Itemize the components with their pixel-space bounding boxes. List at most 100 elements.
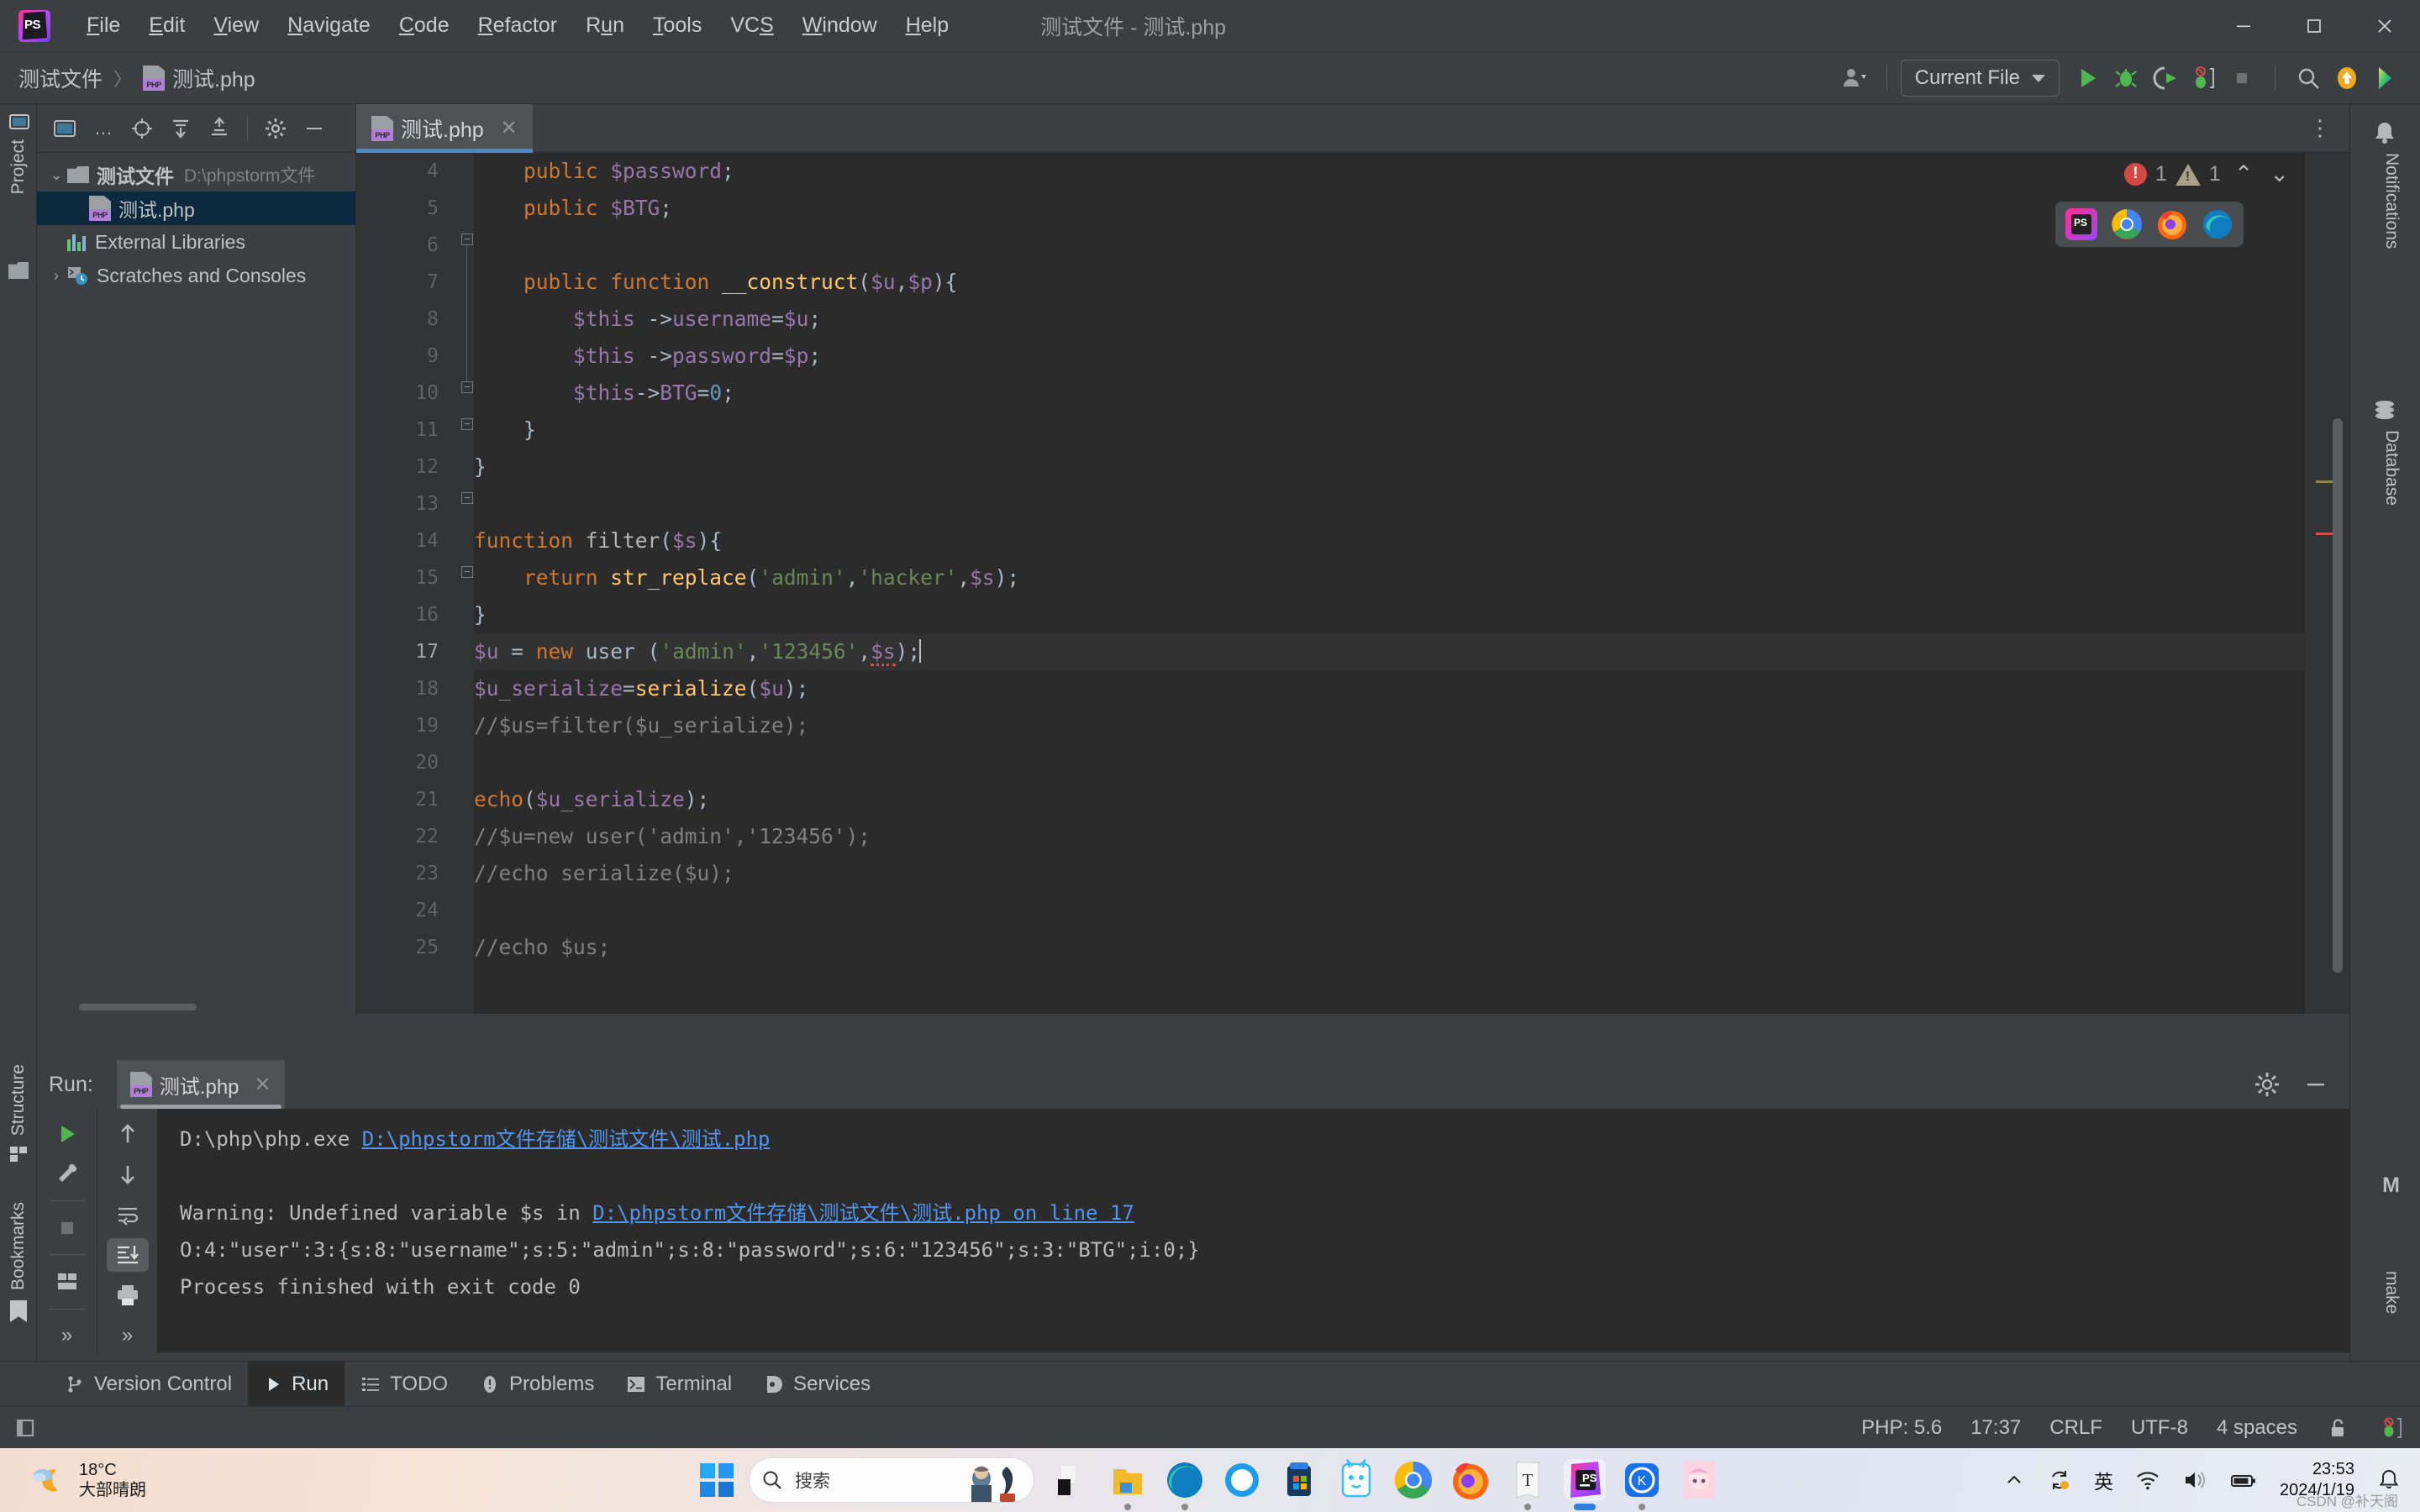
right-stripe-tab-notifications[interactable]: Notifications: [2381, 153, 2402, 249]
fold-marker-line12[interactable]: −: [461, 418, 473, 430]
editor-tabs-more-icon[interactable]: ⋮: [2309, 115, 2331, 141]
code-line[interactable]: //echo serialize($u);: [474, 855, 2349, 892]
menu-navigate[interactable]: Navigate: [273, 8, 385, 43]
chrome-icon[interactable]: [2111, 208, 2143, 240]
tool-button-terminal[interactable]: Terminal: [610, 1362, 748, 1407]
collapse-all-icon[interactable]: [202, 111, 237, 146]
updates-icon[interactable]: [2328, 59, 2366, 97]
profile-icon[interactable]: [2184, 59, 2223, 97]
console-file-link[interactable]: D:\phpstorm文件存储\测试文件\测试.php on line 17: [592, 1201, 1134, 1225]
stop-icon[interactable]: [46, 1211, 88, 1245]
menu-view[interactable]: View: [199, 8, 273, 43]
menu-file[interactable]: File: [72, 8, 134, 43]
right-stripe-tab-make[interactable]: make: [2381, 1271, 2402, 1314]
right-stripe-tab-database[interactable]: Database: [2381, 430, 2402, 506]
tool-button-todo[interactable]: TODO: [345, 1362, 464, 1407]
taskbar-app-firefox[interactable]: [1449, 1459, 1491, 1501]
fold-marker-line7[interactable]: −: [461, 234, 473, 245]
code-line[interactable]: //$u=new user('admin','123456');: [474, 818, 2349, 855]
more-actions-icon-2[interactable]: »: [107, 1319, 149, 1352]
down-icon[interactable]: [107, 1158, 149, 1191]
run-configuration-selector[interactable]: Current File: [1900, 60, 2060, 97]
debug-inactive-icon[interactable]: [2378, 1415, 2403, 1441]
edge-icon[interactable]: [2202, 208, 2233, 240]
chevron-down-icon[interactable]: ⌄: [2270, 161, 2289, 187]
chevron-up-icon[interactable]: [2003, 1469, 2025, 1491]
run-tab[interactable]: PHP 测试.php ✕: [116, 1060, 285, 1109]
taskbar-app-edge[interactable]: [1164, 1459, 1206, 1510]
phpstorm-browser-icon[interactable]: PS: [2065, 208, 2097, 240]
layout-settings-icon[interactable]: [46, 1265, 88, 1299]
editor-tab[interactable]: PHP 测试.php ✕: [356, 103, 533, 153]
hide-panel-icon[interactable]: [2302, 1071, 2329, 1098]
breadcrumb-file[interactable]: 测试.php: [172, 63, 255, 93]
taskbar-app-microsoft-store[interactable]: [1278, 1459, 1320, 1501]
volume-icon[interactable]: [2182, 1467, 2207, 1493]
run-icon[interactable]: [2068, 59, 2107, 97]
more-actions-icon[interactable]: »: [46, 1320, 88, 1353]
unlocked-icon[interactable]: [2326, 1416, 2349, 1440]
code-line[interactable]: $this->BTG=0;: [474, 375, 2349, 412]
fold-marker-line16[interactable]: −: [461, 566, 473, 578]
expand-all-icon[interactable]: [163, 111, 198, 146]
settings-icon[interactable]: [2254, 1071, 2281, 1098]
code-editor[interactable]: public $password; public $BTG; public fu…: [356, 153, 2349, 1014]
code-line[interactable]: $this ->username=$u;: [474, 301, 2349, 338]
left-stripe-tab-project[interactable]: Project: [8, 139, 29, 194]
code-line[interactable]: return str_replace('admin','hacker',$s);: [474, 559, 2349, 596]
menu-refactor[interactable]: Refactor: [464, 8, 572, 43]
taskbar-app-file-explorer-dark[interactable]: [1050, 1459, 1092, 1501]
console-file-link[interactable]: D:\phpstorm文件存储\测试文件\测试.php: [362, 1127, 771, 1151]
editor-code-area[interactable]: public $password; public $BTG; public fu…: [474, 153, 2349, 1014]
close-icon[interactable]: ✕: [501, 116, 518, 140]
menu-tools[interactable]: Tools: [639, 8, 716, 43]
status-indent[interactable]: 4 spaces: [2217, 1416, 2297, 1440]
taskbar-app-rabbit[interactable]: [1335, 1459, 1377, 1501]
editor-vertical-scrollbar[interactable]: [2333, 418, 2343, 973]
taskbar-app-anime[interactable]: [1678, 1459, 1720, 1501]
status-encoding[interactable]: UTF-8: [2131, 1416, 2188, 1440]
fold-marker-line11[interactable]: −: [461, 381, 473, 393]
rerun-icon[interactable]: [46, 1117, 88, 1151]
taskbar-app-phpstorm[interactable]: PS: [1564, 1459, 1606, 1510]
menu-run[interactable]: Run: [571, 8, 639, 43]
edit-configuration-icon[interactable]: [46, 1158, 88, 1191]
inspection-widget[interactable]: ! 1 1 ⌃ ⌄: [2123, 161, 2289, 187]
taskbar-app-browser[interactable]: [1221, 1459, 1263, 1501]
code-line[interactable]: }: [474, 449, 2349, 486]
stop-icon[interactable]: [2223, 59, 2261, 97]
code-line[interactable]: public function __construct($u,$p){: [474, 264, 2349, 301]
close-button[interactable]: [2349, 0, 2420, 52]
menu-edit[interactable]: Edit: [134, 8, 199, 43]
tool-button-services[interactable]: Services: [748, 1362, 886, 1407]
tree-node-external-libraries[interactable]: External Libraries: [37, 225, 355, 259]
ide-help-icon[interactable]: [2366, 59, 2405, 97]
tree-node-file[interactable]: PHP 测试.php: [37, 192, 355, 225]
settings-icon[interactable]: [258, 111, 293, 146]
fold-marker-line14[interactable]: −: [461, 492, 473, 504]
project-horizontal-scrollbar[interactable]: [79, 1004, 197, 1011]
tool-button-version-control[interactable]: Version Control: [49, 1362, 248, 1407]
breadcrumb-project[interactable]: 测试文件: [18, 63, 103, 93]
status-line-separator[interactable]: CRLF: [2049, 1416, 2102, 1440]
status-left-icon[interactable]: [13, 1416, 37, 1440]
select-opened-file-icon[interactable]: [47, 111, 82, 146]
tree-node-project[interactable]: ⌄ 测试文件 D:\phpstorm文件: [37, 158, 355, 192]
left-stripe-tab-structure[interactable]: Structure: [8, 1064, 29, 1136]
minimize-button[interactable]: [2208, 0, 2279, 52]
tool-button-problems[interactable]: Problems: [464, 1362, 610, 1407]
maximize-button[interactable]: [2279, 0, 2349, 52]
wifi-icon[interactable]: [2135, 1467, 2160, 1493]
locate-icon[interactable]: [124, 111, 160, 146]
account-icon[interactable]: [1834, 59, 1873, 97]
tree-node-scratches[interactable]: › Scratches and Consoles: [37, 259, 355, 292]
close-icon[interactable]: ✕: [255, 1073, 271, 1097]
status-php-version[interactable]: PHP: 5.6: [1861, 1416, 1942, 1440]
code-line[interactable]: $u_serialize=serialize($u);: [474, 670, 2349, 707]
tool-button-run[interactable]: Run: [248, 1361, 345, 1407]
status-cursor-position[interactable]: 17:37: [1970, 1416, 2021, 1440]
up-icon[interactable]: [107, 1117, 149, 1151]
scroll-to-end-icon[interactable]: [106, 1238, 149, 1272]
code-line[interactable]: $this ->password=$p;: [474, 338, 2349, 375]
chevron-up-icon[interactable]: ⌃: [2234, 161, 2254, 187]
